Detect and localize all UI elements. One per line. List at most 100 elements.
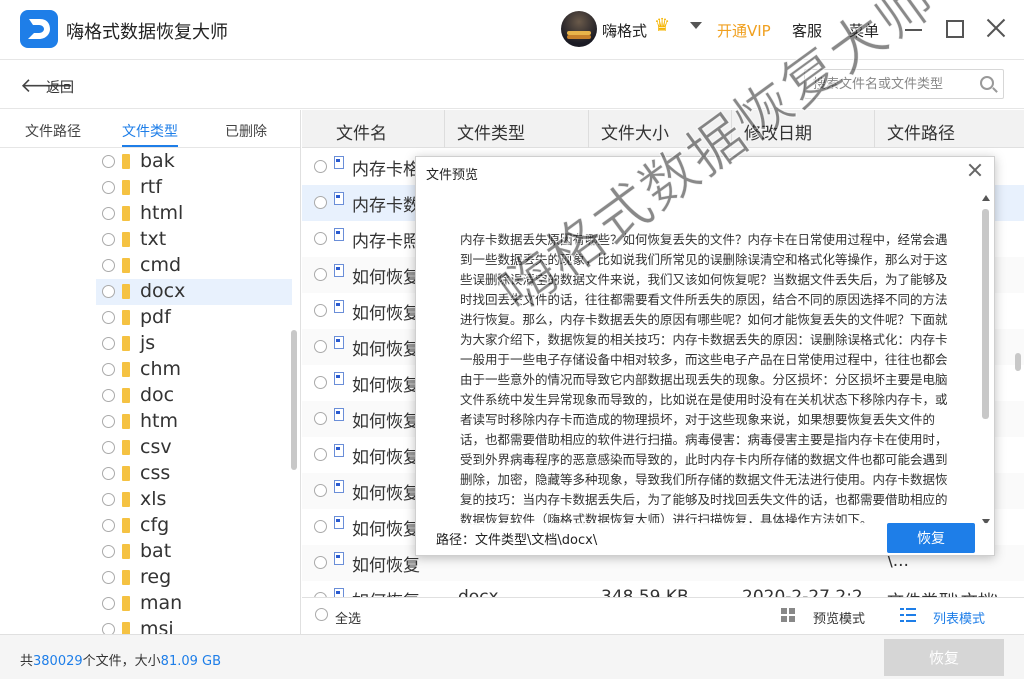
folder-icon xyxy=(122,440,130,455)
customer-service-link[interactable]: 客服 xyxy=(792,20,822,41)
scroll-up-arrow-icon[interactable] xyxy=(982,195,990,201)
select-all-checkbox[interactable] xyxy=(315,608,328,621)
tree-item-radio[interactable] xyxy=(102,597,115,610)
dialog-title: 文件预览 xyxy=(426,168,479,183)
tree-item-radio[interactable] xyxy=(102,519,115,532)
tree-item[interactable]: bat xyxy=(96,539,292,565)
docx-file-icon xyxy=(334,552,344,565)
column-header-date[interactable]: 修改日期 xyxy=(732,110,875,148)
tree-item-radio[interactable] xyxy=(102,285,115,298)
avatar[interactable] xyxy=(561,11,597,47)
tree-item[interactable]: chm xyxy=(96,357,292,383)
search-box[interactable] xyxy=(804,69,1004,99)
chevron-down-icon[interactable] xyxy=(690,22,702,29)
tree-item[interactable]: txt xyxy=(96,227,292,253)
row-checkbox[interactable] xyxy=(314,484,327,497)
tree-item[interactable]: csv xyxy=(96,435,292,461)
column-header-path[interactable]: 文件路径 xyxy=(875,110,1024,148)
tree-item[interactable]: html xyxy=(96,201,292,227)
tree-item-radio[interactable] xyxy=(102,207,115,220)
row-checkbox[interactable] xyxy=(314,376,327,389)
row-checkbox[interactable] xyxy=(314,556,327,569)
tree-item[interactable]: man xyxy=(96,591,292,617)
tree-item-radio[interactable] xyxy=(102,571,115,584)
folder-icon xyxy=(122,180,130,195)
tree-item[interactable]: rtf xyxy=(96,175,292,201)
column-header-size[interactable]: 文件大小 xyxy=(589,110,732,148)
column-header-name[interactable]: 文件名 xyxy=(302,110,445,148)
row-checkbox[interactable] xyxy=(314,412,327,425)
preview-mode-button[interactable]: 预览模式 xyxy=(813,608,865,627)
tree-item-radio[interactable] xyxy=(102,493,115,506)
maximize-icon[interactable] xyxy=(946,20,964,38)
tree-item-radio[interactable] xyxy=(102,363,115,376)
row-checkbox[interactable] xyxy=(314,268,327,281)
tab-file-type[interactable]: 文件类型 xyxy=(122,121,178,141)
tree-item-radio[interactable] xyxy=(102,155,115,168)
docx-file-icon xyxy=(334,408,344,421)
tree-item-label: htm xyxy=(140,410,178,432)
recover-button[interactable]: 恢复 xyxy=(884,639,1004,676)
list-view-icon[interactable] xyxy=(900,608,916,622)
row-checkbox[interactable] xyxy=(314,196,327,209)
tree-item[interactable]: css xyxy=(96,461,292,487)
tree-item[interactable]: js xyxy=(96,331,292,357)
grid-view-icon[interactable] xyxy=(781,608,795,622)
tree-item-radio[interactable] xyxy=(102,389,115,402)
back-button[interactable]: 返回 xyxy=(46,77,74,97)
tree-item-radio[interactable] xyxy=(102,233,115,246)
tree-item[interactable]: cfg xyxy=(96,513,292,539)
tree-item-radio[interactable] xyxy=(102,441,115,454)
menu-link[interactable]: 菜单 xyxy=(849,20,879,41)
tree-item[interactable]: pdf xyxy=(96,305,292,331)
username[interactable]: 嗨格式 xyxy=(602,20,647,41)
dialog-recover-button[interactable]: 恢复 xyxy=(887,523,975,553)
list-mode-button[interactable]: 列表模式 xyxy=(933,608,985,627)
tree-item-label: chm xyxy=(140,358,181,380)
preview-path: 路径：文件类型\文档\docx\ xyxy=(436,533,598,548)
close-icon[interactable] xyxy=(984,16,1008,40)
tree-item-radio[interactable] xyxy=(102,181,115,194)
tree-item[interactable]: htm xyxy=(96,409,292,435)
tree-item[interactable]: cmd xyxy=(96,253,292,279)
tree-item-radio[interactable] xyxy=(102,623,115,634)
docx-file-icon xyxy=(334,192,344,205)
tree-item-radio[interactable] xyxy=(102,415,115,428)
tree-item-radio[interactable] xyxy=(102,311,115,324)
search-icon[interactable] xyxy=(980,76,994,90)
row-checkbox[interactable] xyxy=(314,160,327,173)
row-checkbox[interactable] xyxy=(314,304,327,317)
row-checkbox[interactable] xyxy=(314,520,327,533)
title-bar: 嗨格式数据恢复大师 嗨格式 ♛ 开通VIP 客服 菜单 xyxy=(0,0,1024,60)
tree-item-label: js xyxy=(140,332,156,354)
tree-item[interactable]: docx xyxy=(96,279,292,305)
search-input[interactable] xyxy=(813,75,973,93)
row-checkbox[interactable] xyxy=(314,340,327,353)
select-all-label[interactable]: 全选 xyxy=(335,608,361,627)
tree-item[interactable]: bak xyxy=(96,149,292,175)
minimize-icon[interactable] xyxy=(905,29,922,31)
left-scrollbar[interactable] xyxy=(291,330,297,470)
dialog-close-icon[interactable] xyxy=(968,163,982,177)
row-checkbox[interactable] xyxy=(314,232,327,245)
docx-file-icon xyxy=(334,228,344,241)
folder-icon xyxy=(122,284,130,299)
tree-item-radio[interactable] xyxy=(102,467,115,480)
file-preview-dialog: 文件预览 内存卡数据丢失原因有哪些？如何恢复丢失的文件？内存卡在日常使用过程中，… xyxy=(415,156,995,556)
open-vip-link[interactable]: 开通VIP xyxy=(717,20,771,41)
tree-item-label: cfg xyxy=(140,514,170,536)
tree-item[interactable]: doc xyxy=(96,383,292,409)
tab-file-path[interactable]: 文件路径 xyxy=(25,121,81,141)
table-scrollbar[interactable] xyxy=(1015,353,1021,371)
tree-item-radio[interactable] xyxy=(102,259,115,272)
dialog-scrollbar[interactable] xyxy=(982,209,989,419)
row-checkbox[interactable] xyxy=(314,448,327,461)
tree-item-radio[interactable] xyxy=(102,545,115,558)
tree-item-radio[interactable] xyxy=(102,337,115,350)
tree-item[interactable]: reg xyxy=(96,565,292,591)
column-header-type[interactable]: 文件类型 xyxy=(445,110,589,148)
tab-deleted[interactable]: 已删除 xyxy=(225,121,267,141)
tree-item[interactable]: xls xyxy=(96,487,292,513)
tree-item[interactable]: msi xyxy=(96,617,292,634)
table-row[interactable]: 如何恢复... docx 348.59 KB 2020-2-27 2:2... 文件类型… xyxy=(302,581,1024,597)
